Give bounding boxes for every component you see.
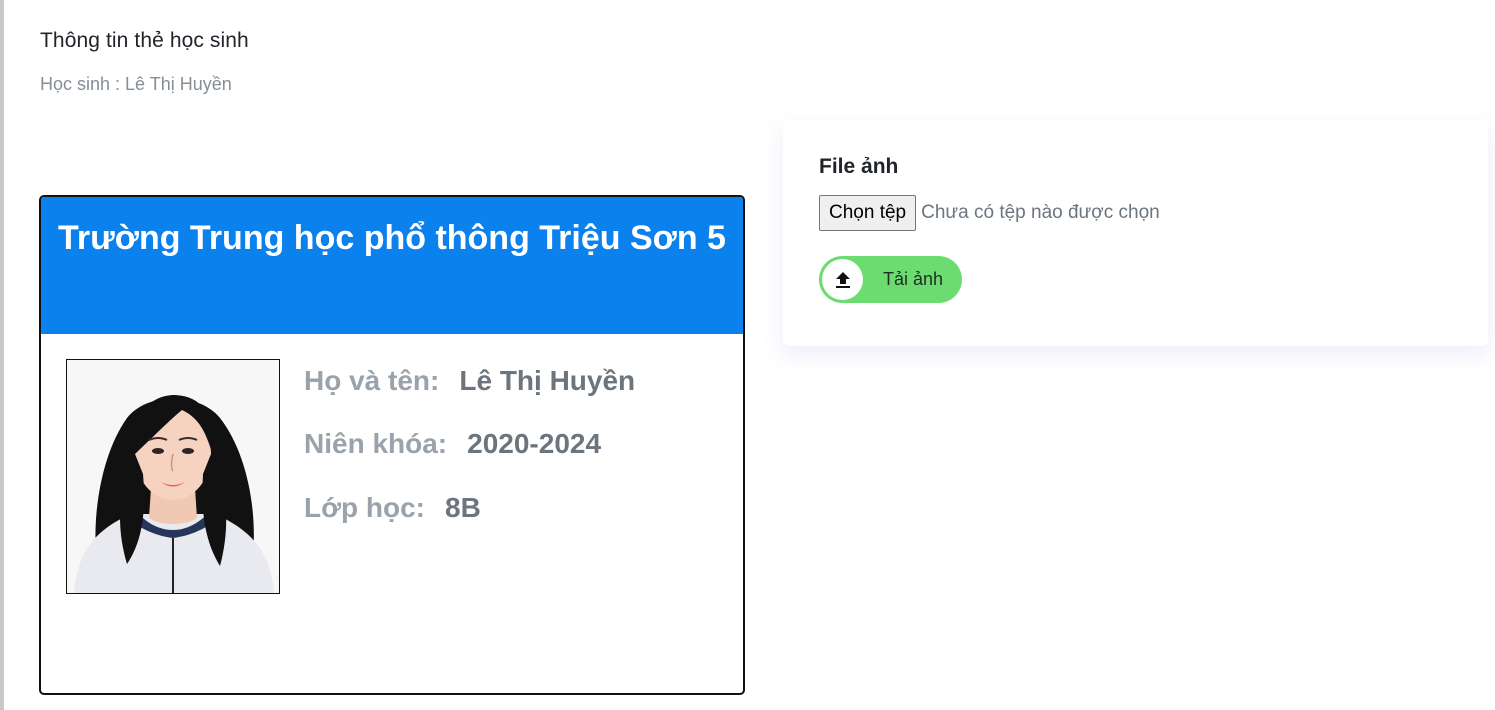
page-title: Thông tin thẻ học sinh [40,29,249,52]
school-year-value: 2020-2024 [467,428,602,459]
left-edge-divider [0,0,4,710]
file-status-text: Chưa có tệp nào được chọn [921,202,1160,223]
upload-icon-svg [835,271,850,288]
file-input-row: Chọn tệp Chưa có tệp nào được chọn [819,195,1160,231]
student-name-value: Lê Thị Huyền [459,365,636,396]
page-subtitle: Học sinh : Lê Thị Huyền [40,74,232,94]
student-card-page: Thông tin thẻ học sinh Học sinh : Lê Thị… [0,0,1495,710]
school-year-label: Niên khóa: [304,428,448,459]
choose-file-button[interactable]: Chọn tệp [819,195,917,231]
school-year-row: Niên khóa: 2020-2024 [304,428,601,460]
upload-icon [822,259,863,300]
class-value: 8B [445,492,481,523]
upload-image-button[interactable]: Tải ảnh [819,256,962,303]
image-upload-panel: File ảnh Chọn tệp Chưa có tệp nào được c… [783,120,1488,346]
class-label: Lớp học: [304,492,425,523]
student-portrait-image [67,360,279,593]
upload-button-label: Tải ảnh [883,269,944,289]
student-name-label: Họ và tên: [304,365,440,396]
student-name-row: Họ và tên: Lê Thị Huyền [304,365,635,397]
file-image-title: File ảnh [819,155,899,178]
student-id-card: Trường Trung học phổ thông Triệu Sơn 5 H… [39,195,745,695]
student-photo [66,359,280,594]
school-name-header: Trường Trung học phổ thông Triệu Sơn 5 [41,197,743,334]
class-row: Lớp học: 8B [304,492,481,524]
